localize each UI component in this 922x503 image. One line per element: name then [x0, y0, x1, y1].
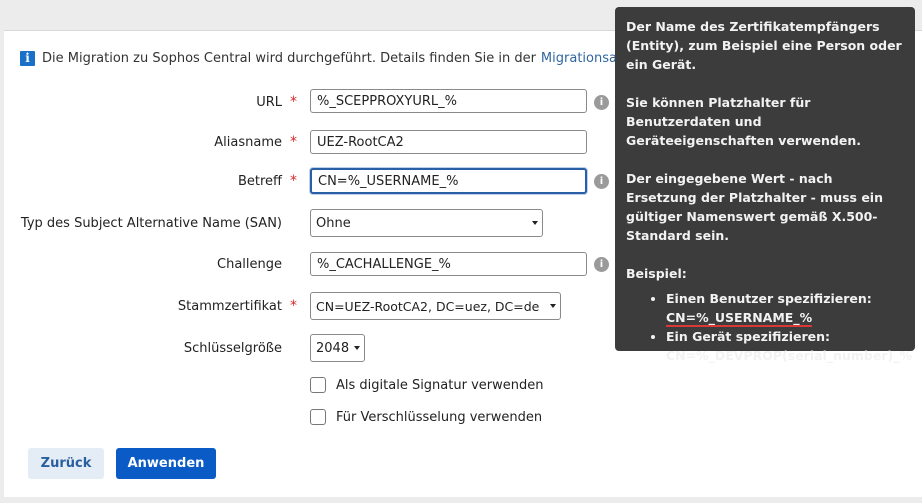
tooltip-example-2-value: CN=%_DEVPROP(serial_number)_%: [666, 348, 912, 363]
key-size-label: Schlüsselgröße: [183, 341, 282, 356]
alias-required-mark: *: [290, 134, 297, 150]
root-cert-label: Stammzertifikat: [177, 299, 282, 314]
info-icon: i: [20, 50, 35, 66]
subject-required-mark: *: [290, 173, 297, 189]
digital-signature-option[interactable]: Als digitale Signatur verwenden: [310, 377, 543, 393]
tooltip-paragraph-3: Der eingegebene Wert - nach Ersetzung de…: [626, 171, 883, 243]
key-size-select-value: 2048: [316, 340, 350, 356]
tooltip-paragraph-1: Der Name des Zertifikatempfängers (Entit…: [626, 19, 902, 72]
migration-link[interactable]: Migrationsan: [541, 51, 625, 66]
challenge-help-icon[interactable]: i: [594, 257, 609, 272]
san-select-value: Ohne: [316, 215, 351, 231]
root-cert-required-mark: *: [290, 298, 297, 314]
url-required-mark: *: [290, 94, 297, 110]
tooltip-example-item: Ein Gerät spezifizieren: CN=%_DEVPROP(se…: [666, 327, 912, 365]
subject-help-tooltip: Der Name des Zertifikatempfängers (Entit…: [615, 7, 915, 363]
tooltip-example-2-text: Ein Gerät spezifizieren:: [666, 329, 831, 344]
url-input[interactable]: %_SCEPPROXYURL_%: [310, 89, 587, 113]
tooltip-example-list: Einen Benutzer spezifizieren: CN=%_USERN…: [626, 289, 912, 365]
tooltip-example-1-text: Einen Benutzer spezifizieren:: [666, 291, 872, 306]
encryption-label: Für Verschlüsselung verwenden: [336, 409, 543, 425]
chevron-down-icon: [532, 221, 538, 225]
apply-button[interactable]: Anwenden: [116, 448, 216, 479]
challenge-label: Challenge: [217, 257, 282, 272]
root-cert-select[interactable]: CN=UEZ-RootCA2, DC=uez, DC=de: [310, 292, 561, 320]
url-label: URL: [256, 95, 282, 110]
migration-banner: i Die Migration zu Sophos Central wird d…: [20, 49, 625, 67]
back-button[interactable]: Zurück: [28, 448, 104, 479]
banner-text: Die Migration zu Sophos Central wird dur…: [42, 50, 536, 66]
encryption-checkbox[interactable]: [310, 409, 326, 425]
tooltip-example-heading: Beispiel:: [626, 266, 687, 281]
alias-input[interactable]: UEZ-RootCA2: [310, 130, 587, 154]
subject-help-icon[interactable]: i: [594, 174, 609, 189]
url-help-icon[interactable]: i: [594, 95, 609, 110]
chevron-down-icon: [354, 346, 360, 350]
digital-signature-label: Als digitale Signatur verwenden: [336, 377, 544, 393]
root-cert-select-value: CN=UEZ-RootCA2, DC=uez, DC=de: [316, 298, 540, 314]
digital-signature-checkbox[interactable]: [310, 377, 326, 393]
san-select[interactable]: Ohne: [310, 209, 543, 237]
san-label: Typ des Subject Alternative Name (SAN): [20, 216, 282, 231]
tooltip-example-item: Einen Benutzer spezifizieren: CN=%_USERN…: [666, 289, 905, 327]
challenge-input[interactable]: %_CACHALLENGE_%: [310, 252, 587, 276]
encryption-option[interactable]: Für Verschlüsselung verwenden: [310, 409, 542, 425]
chevron-down-icon: [550, 304, 556, 308]
subject-input[interactable]: CN=%_USERNAME_%: [310, 168, 587, 194]
tooltip-paragraph-2: Sie können Platzhalter für Benutzerdaten…: [626, 95, 861, 148]
alias-label: Aliasname: [214, 135, 282, 150]
subject-label: Betreff: [237, 174, 282, 189]
tooltip-example-1-value: CN=%_USERNAME_%: [666, 310, 813, 327]
key-size-select[interactable]: 2048: [310, 334, 365, 362]
